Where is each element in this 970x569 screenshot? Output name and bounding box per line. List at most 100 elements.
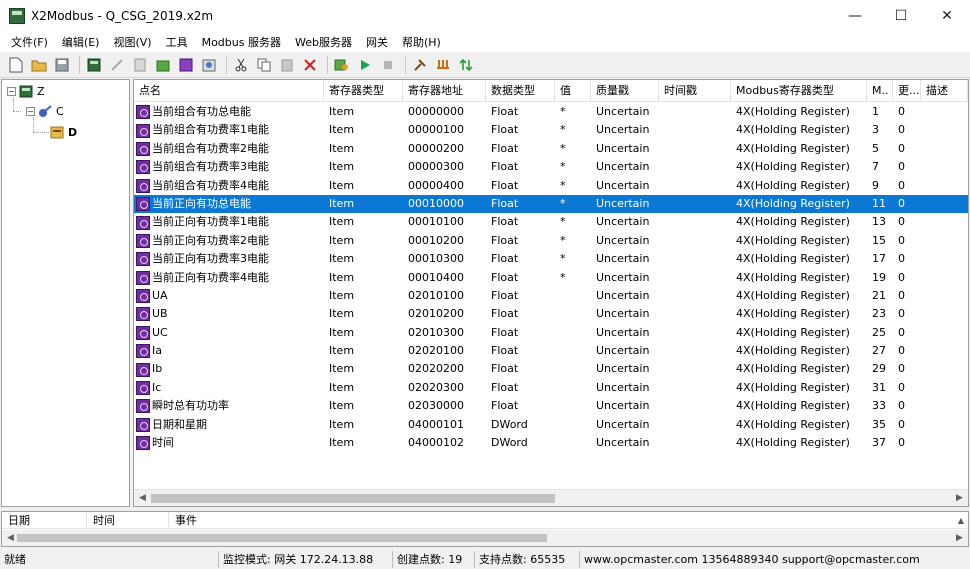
copy-icon[interactable] <box>254 55 274 75</box>
log-col-event[interactable]: 事件 <box>169 512 369 529</box>
table-row[interactable]: 当前正向有功费率2电能 Item 00010200 Float * Uncertain 4X… <box>134 232 968 250</box>
cell-register-address: 00010200 <box>408 233 464 247</box>
items-table[interactable]: 点名 寄存器类型 寄存器地址 数据类型 值 质量戳 时间戳 Modbus寄存器类… <box>133 79 969 507</box>
tree-node-c[interactable]: − C <box>26 103 64 119</box>
table-row[interactable]: 当前组合有功费率1电能 Item 00000100 Float * Uncertain 4X… <box>134 121 968 139</box>
cell-description <box>921 121 968 139</box>
tag-name: Ia <box>152 344 162 358</box>
cut-icon[interactable] <box>231 55 251 75</box>
status-ready: 就绪 <box>4 552 26 566</box>
scroll-right-icon[interactable]: ▶ <box>951 490 968 506</box>
table-row[interactable]: 当前组合有功总电能 Item 00000000 Float * Uncertain 4X(H… <box>134 103 968 121</box>
paste-icon[interactable] <box>277 55 297 75</box>
table-row[interactable]: 当前正向有功费率1电能 Item 00010100 Float * Uncertain 4X… <box>134 213 968 231</box>
cell-quality: Uncertain <box>596 252 650 266</box>
col-header-description[interactable]: 描述 <box>921 80 968 102</box>
cell-update: 0 <box>898 252 905 266</box>
scroll-thumb[interactable] <box>151 494 555 503</box>
table-row[interactable]: 当前正向有功费率4电能 Item 00010400 Float * Uncertain 4X… <box>134 269 968 287</box>
col-header-quality[interactable]: 质量戳 <box>591 80 659 102</box>
table-row[interactable]: 时间 Item 04000102 DWord Uncertain 4X(Holding R… <box>134 434 968 452</box>
connect-icon[interactable] <box>107 55 127 75</box>
add-items-icon[interactable] <box>176 55 196 75</box>
col-header-name[interactable]: 点名 <box>134 80 324 102</box>
add-item-icon[interactable] <box>153 55 173 75</box>
menu-modbus-server[interactable]: Modbus 服务器 <box>195 34 288 50</box>
table-body: 当前组合有功总电能 Item 00000000 Float * Uncertain 4X(H… <box>134 103 968 452</box>
table-row[interactable]: UC Item 02010300 Float Uncertain 4X(Holding R… <box>134 324 968 342</box>
table-row[interactable]: 当前正向有功费率3电能 Item 00010300 Float * Uncertain 4X… <box>134 250 968 268</box>
add-server-icon[interactable] <box>84 55 104 75</box>
new-file-icon[interactable] <box>6 55 26 75</box>
log-col-date[interactable]: 日期 <box>2 512 87 529</box>
cell-timestamp <box>659 121 731 139</box>
delete-icon[interactable] <box>300 55 320 75</box>
cell-name: UB <box>134 305 324 323</box>
cell-register-type: Item <box>329 178 355 192</box>
table-row[interactable]: 当前组合有功费率3电能 Item 00000300 Float * Uncertain 4X… <box>134 158 968 176</box>
cell-name: 当前正向有功费率1电能 <box>134 213 324 231</box>
properties-icon[interactable] <box>199 55 219 75</box>
cell-value <box>555 360 591 378</box>
scroll-left-icon[interactable]: ◀ <box>134 490 151 506</box>
table-row[interactable]: Ib Item 02020200 Float Uncertain 4X(Holding R… <box>134 360 968 378</box>
menu-help[interactable]: 帮助(H) <box>395 34 448 50</box>
tools-icon[interactable] <box>410 55 430 75</box>
table-row[interactable]: 当前组合有功费率2电能 Item 00000200 Float * Uncertain 4X… <box>134 140 968 158</box>
tag-name: 瞬时总有功功率 <box>152 399 229 413</box>
import-icon[interactable] <box>433 55 453 75</box>
maximize-button[interactable]: ☐ <box>878 0 924 32</box>
table-row[interactable]: 当前组合有功费率4电能 Item 00000400 Float * Uncertain 4X… <box>134 177 968 195</box>
add-group-icon[interactable] <box>130 55 150 75</box>
close-button[interactable]: ✕ <box>924 0 970 32</box>
collapse-icon[interactable]: − <box>26 106 35 116</box>
cell-data-type: Float <box>491 325 519 339</box>
open-folder-icon[interactable] <box>29 55 49 75</box>
menu-web-server[interactable]: Web服务器 <box>288 34 359 50</box>
export-icon[interactable] <box>456 55 476 75</box>
col-header-modbus-address[interactable]: M.. <box>867 80 893 102</box>
table-row[interactable]: 瞬时总有功功率 Item 02030000 Float Uncertain 4X(Hold… <box>134 397 968 415</box>
collapse-icon[interactable]: − <box>7 86 16 96</box>
cell-register-type: Item <box>329 123 355 137</box>
menu-tools[interactable]: 工具 <box>159 34 195 50</box>
horizontal-scrollbar[interactable]: ◀ ▶ <box>134 489 968 506</box>
col-header-timestamp[interactable]: 时间戳 <box>659 80 731 102</box>
table-row[interactable]: 当前正向有功总电能 Item 00010000 Float * Uncertain 4X(H… <box>134 194 968 214</box>
minimize-button[interactable]: — <box>832 0 878 32</box>
col-header-value[interactable]: 值 <box>555 80 591 102</box>
device-icon <box>39 104 52 117</box>
log-scroll-thumb[interactable] <box>17 534 547 542</box>
stop-icon[interactable] <box>378 55 398 75</box>
col-header-register-type[interactable]: 寄存器类型 <box>324 80 403 102</box>
tag-icon <box>136 362 150 377</box>
table-row[interactable]: 日期和星期 Item 04000101 DWord Uncertain 4X(Holdin… <box>134 416 968 434</box>
save-icon[interactable] <box>52 55 72 75</box>
status-created-count: 创建点数: 19 <box>392 550 474 568</box>
tree-node-z[interactable]: − Z <box>7 83 45 99</box>
cell-data-type: Float <box>491 215 519 229</box>
tree-view[interactable]: − Z − C D <box>1 79 130 507</box>
menu-gateway[interactable]: 网关 <box>359 34 395 50</box>
scroll-up-icon[interactable]: ▲ <box>954 512 968 530</box>
menu-file[interactable]: 文件(F) <box>4 34 55 50</box>
col-header-data-type[interactable]: 数据类型 <box>486 80 555 102</box>
table-row[interactable]: Ia Item 02020100 Float Uncertain 4X(Holding R… <box>134 342 968 360</box>
run-icon[interactable] <box>355 55 375 75</box>
cell-data-type: Float <box>491 362 519 376</box>
tree-node-d[interactable]: D <box>50 124 77 140</box>
table-row[interactable]: UA Item 02010100 Float Uncertain 4X(Holding R… <box>134 287 968 305</box>
log-horizontal-scrollbar[interactable]: ◀ ▶ <box>2 530 968 546</box>
col-header-register-address[interactable]: 寄存器地址 <box>403 80 486 102</box>
table-row[interactable]: Ic Item 02020300 Float Uncertain 4X(Holding R… <box>134 379 968 397</box>
scroll-right-icon[interactable]: ▶ <box>951 530 968 546</box>
menu-edit[interactable]: 编辑(E) <box>55 34 107 50</box>
log-col-time[interactable]: 时间 <box>87 512 169 529</box>
tag-icon <box>136 417 150 432</box>
col-header-modbus-type[interactable]: Modbus寄存器类型 <box>731 80 867 102</box>
col-header-update[interactable]: 更... <box>893 80 921 102</box>
table-row[interactable]: UB Item 02010200 Float Uncertain 4X(Holding R… <box>134 305 968 323</box>
monitor-icon[interactable] <box>332 55 352 75</box>
menu-view[interactable]: 视图(V) <box>106 34 158 50</box>
cell-register-type: Item <box>329 196 355 210</box>
